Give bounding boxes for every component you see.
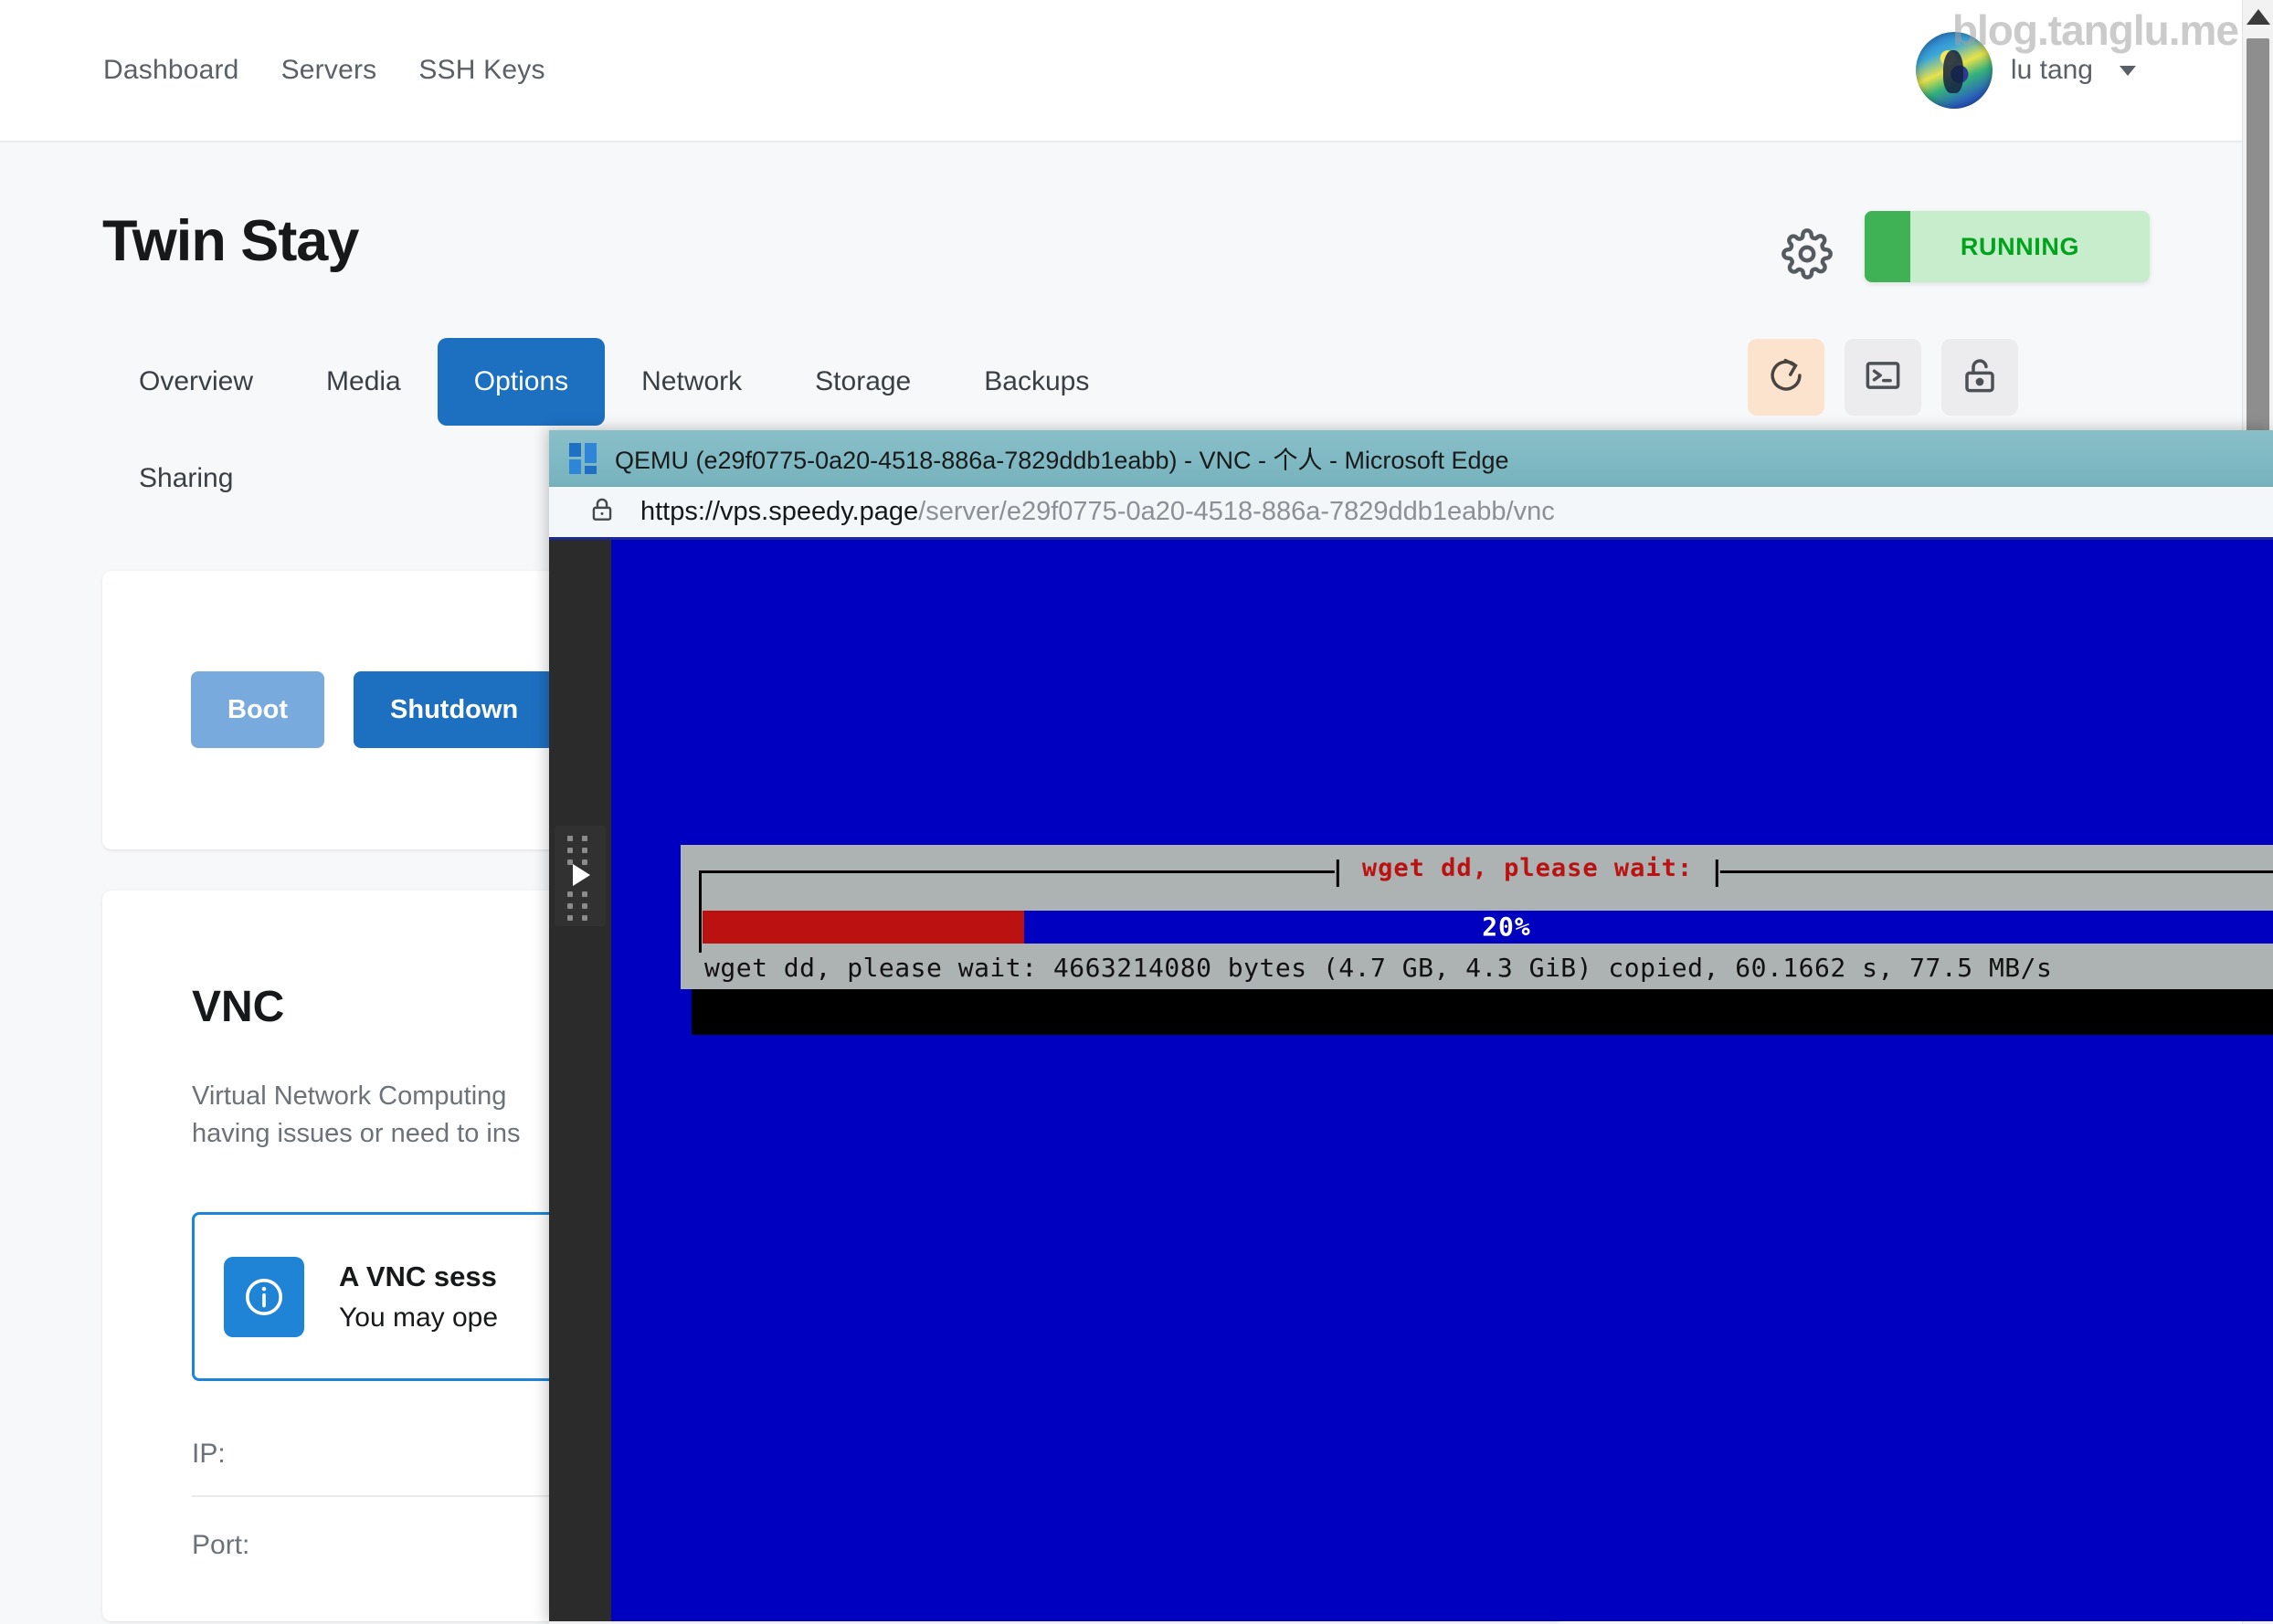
dd-status-line: wget dd, please wait: 4663214080 bytes (… (704, 953, 2052, 983)
edge-browser-window: QEMU (e29f0775-0a20-4518-886a-7829ddb1ea… (549, 430, 2273, 1624)
vnc-canvas[interactable]: wget dd, please wait: 20% wget dd, pleas… (549, 540, 2273, 1621)
dialog-frame: wget dd, please wait: (699, 858, 2273, 905)
console-icon (1864, 356, 1902, 399)
unlock-button[interactable] (1941, 339, 2018, 416)
status-badge: RUNNING (1865, 211, 2150, 282)
shutdown-button[interactable]: Shutdown (354, 671, 555, 748)
edge-url-text: https://vps.speedy.page/server/e29f0775-… (640, 497, 1555, 527)
top-navbar: Dashboard Servers SSH Keys lu tang (0, 0, 2273, 142)
novnc-drag-handle[interactable] (555, 826, 606, 926)
watermark-text: blog.tanglu.me (1952, 5, 2238, 55)
tab-network[interactable]: Network (605, 338, 778, 426)
tab-media[interactable]: Media (290, 338, 438, 426)
page-title: Twin Stay (102, 208, 358, 274)
expand-panel-icon[interactable] (573, 864, 590, 886)
power-button-row: Boot Shutdown (191, 671, 555, 748)
nav-link-dashboard[interactable]: Dashboard (103, 55, 239, 86)
dialog-shadow-bar (692, 997, 2273, 1035)
chevron-down-icon[interactable] (2120, 66, 2136, 76)
tab-backups[interactable]: Backups (947, 338, 1126, 426)
tab-row-primary: Overview Media Options Network Storage B… (102, 338, 1655, 426)
vnc-alert-subtitle: You may ope (339, 1302, 498, 1334)
unlock-icon (1961, 356, 1999, 399)
server-action-buttons (1748, 339, 2018, 416)
user-menu-label: lu tang (2011, 55, 2093, 86)
vnc-alert-title: A VNC sess (339, 1260, 498, 1293)
lock-icon[interactable] (587, 495, 617, 529)
screen-root: Dashboard Servers SSH Keys lu tang blog.… (0, 0, 2273, 1624)
scroll-up-arrow-icon[interactable] (2247, 9, 2270, 25)
drag-dots-bottom-icon (567, 891, 587, 921)
vnc-alert-body: A VNC sess You may ope (339, 1260, 498, 1334)
console-button[interactable] (1845, 339, 1921, 416)
tab-overview[interactable]: Overview (102, 338, 290, 426)
edge-address-bar[interactable]: https://vps.speedy.page/server/e29f0775-… (549, 487, 2273, 540)
drag-dots-top-icon (567, 836, 587, 865)
restart-button[interactable] (1748, 339, 1824, 416)
nav-link-ssh-keys[interactable]: SSH Keys (418, 55, 544, 86)
progress-bar-track: 20% (703, 911, 2273, 944)
info-icon (224, 1257, 304, 1337)
edge-app-icon (569, 443, 600, 474)
novnc-sidebar-rail (549, 540, 611, 1621)
vnc-heading: VNC (192, 982, 284, 1032)
tab-sharing[interactable]: Sharing (102, 435, 270, 522)
tab-options[interactable]: Options (438, 338, 605, 426)
edge-window-title: QEMU (e29f0775-0a20-4518-886a-7829ddb1ea… (615, 440, 1509, 476)
primary-nav: Dashboard Servers SSH Keys (103, 55, 545, 86)
nav-link-servers[interactable]: Servers (281, 55, 377, 86)
restart-icon (1767, 356, 1805, 399)
progress-percent-label: 20% (703, 912, 2273, 942)
status-badge-label: RUNNING (1935, 233, 2079, 261)
dd-progress-dialog: wget dd, please wait: 20% wget dd, pleas… (681, 845, 2273, 989)
edge-url-path: /server/e29f0775-0a20-4518-886a-7829ddb1… (918, 497, 1555, 526)
gear-icon[interactable] (1781, 228, 1833, 279)
edge-url-origin: https://vps.speedy.page (640, 497, 918, 526)
boot-button[interactable]: Boot (191, 671, 324, 748)
edge-titlebar[interactable]: QEMU (e29f0775-0a20-4518-886a-7829ddb1ea… (549, 430, 2273, 487)
tab-storage[interactable]: Storage (778, 338, 947, 426)
dialog-title: wget dd, please wait: (1335, 854, 1720, 882)
